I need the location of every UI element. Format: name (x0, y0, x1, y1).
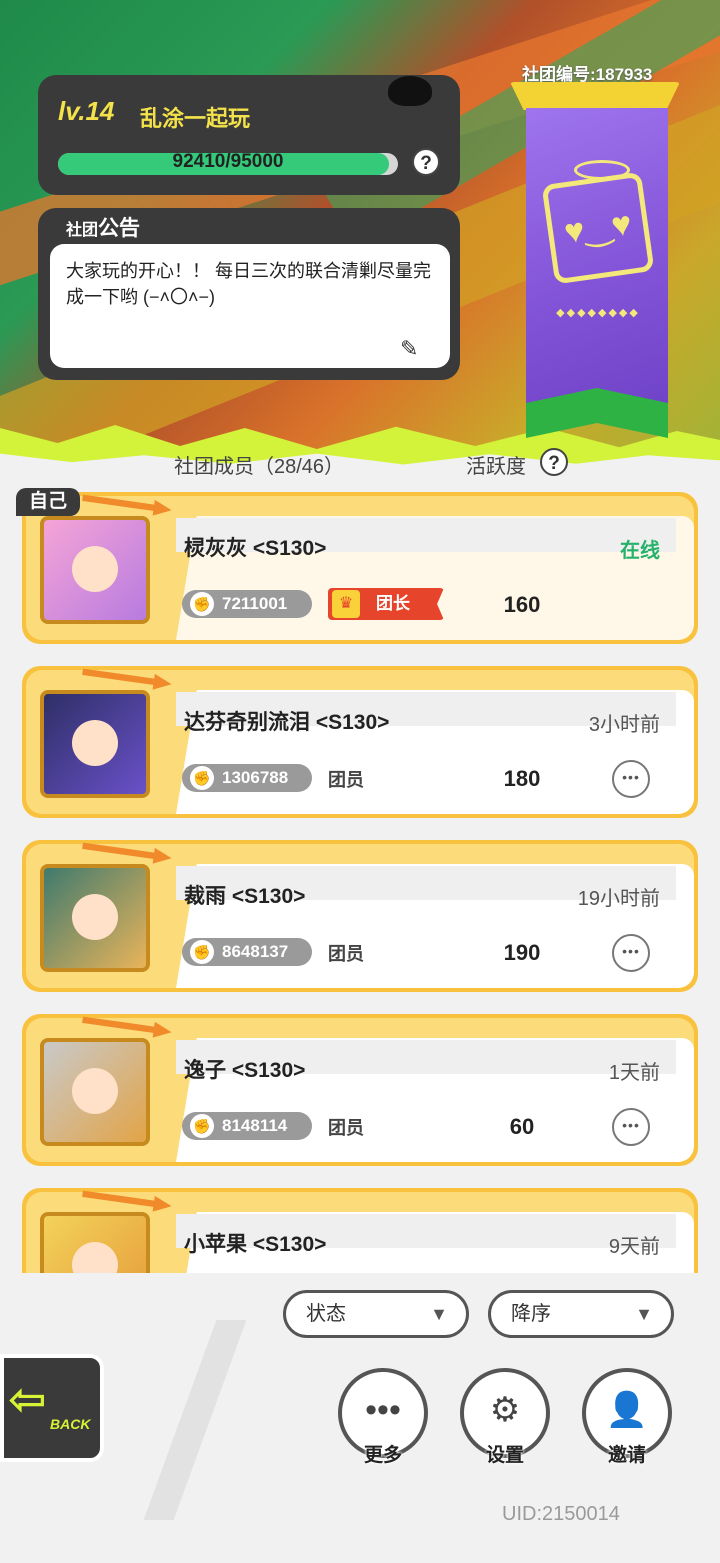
activity-value: 190 (503, 940, 541, 965)
chevron-down-icon: ▼ (635, 1304, 653, 1324)
member-more-button[interactable]: ••• (612, 934, 650, 972)
power-badge: ✊ 8148114 (182, 1112, 312, 1140)
power-badge: ✊ 1306788 (182, 764, 312, 792)
member-card[interactable]: 小苹果 <S130> 9天前 (22, 1188, 698, 1273)
avatar[interactable] (40, 1212, 150, 1273)
member-status: 3小时前 (588, 714, 660, 736)
role-label: 团长 (376, 594, 410, 613)
member-more-button[interactable]: ••• (612, 1108, 650, 1146)
members-count-label: 社团成员（28/46） (174, 456, 345, 478)
club-emblem-icon: ♥‿♥ (541, 171, 655, 285)
member-more-button[interactable]: ••• (612, 760, 650, 798)
add-user-icon: 👤 (605, 1391, 649, 1429)
activity-value: 60 (509, 1114, 535, 1139)
self-tag: 自己 (16, 488, 80, 516)
level-help-button[interactable]: ? (412, 148, 440, 176)
avatar[interactable] (40, 1038, 150, 1146)
member-name: 棂灰灰 <S130> (184, 537, 327, 560)
gear-icon: ⚙ (489, 1391, 521, 1429)
xp-progress-text: 92410/95000 (172, 151, 284, 172)
club-level: lv.14 (58, 96, 115, 126)
avatar[interactable] (40, 864, 150, 972)
role-label: 团员 (328, 1118, 364, 1138)
role-label: 团员 (328, 944, 364, 964)
back-label: BACK (50, 1416, 91, 1432)
member-card[interactable]: 裁雨 <S130> 19小时前 ✊ 8648137 团员 190 ••• (22, 840, 698, 992)
fist-icon: ✊ (190, 766, 214, 790)
member-status: 19小时前 (577, 888, 660, 910)
chevron-down-icon: ▼ (430, 1304, 448, 1324)
more-dots-icon: ••• (365, 1391, 401, 1429)
activity-help-button[interactable]: ? (540, 448, 568, 476)
fist-icon: ✊ (190, 940, 214, 964)
club-name: 乱涂一起玩 (140, 106, 251, 131)
power-value: 7211001 (222, 594, 288, 613)
club-id: 社团编号:187933 (522, 65, 653, 84)
sort-order-dropdown[interactable]: 降序 ▼ (488, 1290, 674, 1338)
crown-icon: ♛ (332, 590, 360, 618)
more-label: 更多 (363, 1445, 402, 1466)
sort-order-label: 降序 (511, 1303, 551, 1325)
activity-value: 160 (503, 592, 541, 617)
banner-diamonds: ◆◆◆◆◆◆◆◆ (556, 307, 640, 319)
notice-text: 大家玩的开心！！ 每日三次的联合清剿尽量完成一下哟 (−˄〇˄−) (66, 261, 431, 307)
member-name: 达芬奇别流泪 <S130> (184, 711, 390, 734)
power-badge: ✊ 8648137 (182, 938, 312, 966)
notice-title: 社团公告 (66, 212, 140, 242)
member-status: 在线 (620, 540, 660, 562)
avatar[interactable] (40, 690, 150, 798)
member-card[interactable]: 棂灰灰 <S130> 在线 ✊ 7211001 ♛ 团长 160 (22, 492, 698, 644)
leader-badge: ♛ 团长 (328, 588, 444, 620)
banner-pole (510, 82, 680, 110)
pencil-icon[interactable]: ✎ (400, 336, 418, 362)
member-card[interactable]: 达芬奇别流泪 <S130> 3小时前 ✊ 1306788 团员 180 ••• (22, 666, 698, 818)
member-name: 逸子 <S130> (184, 1059, 306, 1082)
power-value: 1306788 (222, 768, 289, 787)
invite-label: 邀请 (607, 1445, 646, 1466)
notice-title-main: 公告 (98, 217, 141, 240)
activity-value: 180 (503, 766, 541, 791)
status-filter-dropdown[interactable]: 状态 ▼ (283, 1290, 469, 1338)
user-uid: UID:2150014 (502, 1503, 620, 1525)
member-list[interactable]: 棂灰灰 <S130> 在线 ✊ 7211001 ♛ 团长 160 达芬奇别流泪 <S… (0, 488, 720, 1273)
member-card[interactable]: 逸子 <S130> 1天前 ✊ 8148114 团员 60 ••• (22, 1014, 698, 1166)
role-label: 团员 (328, 770, 364, 790)
member-status: 1天前 (608, 1062, 660, 1084)
activity-label: 活跃度 (466, 456, 526, 478)
avatar[interactable] (40, 516, 150, 624)
fist-icon: ✊ (190, 1114, 214, 1138)
member-name: 小苹果 <S130> (184, 1233, 327, 1256)
member-status: 9天前 (608, 1236, 660, 1258)
power-badge: ✊ 7211001 (182, 590, 312, 618)
fist-icon: ✊ (190, 592, 214, 616)
power-value: 8148114 (222, 1116, 288, 1135)
notice-title-prefix: 社团 (66, 222, 99, 239)
settings-label: 设置 (485, 1445, 524, 1466)
status-filter-label: 状态 (306, 1303, 346, 1325)
power-value: 8648137 (222, 942, 289, 961)
member-name: 裁雨 <S130> (184, 885, 306, 908)
mascot-blob-icon (388, 76, 432, 106)
